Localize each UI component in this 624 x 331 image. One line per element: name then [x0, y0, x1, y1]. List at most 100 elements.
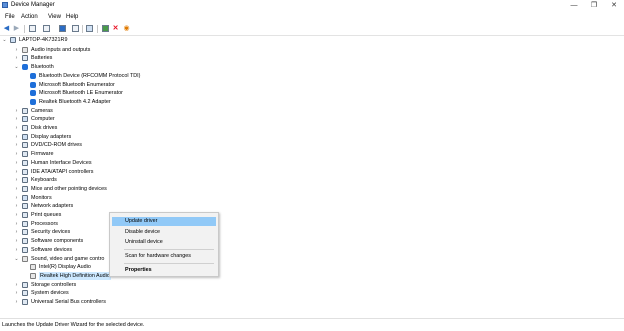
chevron-down-icon[interactable]: ⌄ [2, 36, 7, 44]
display-icon [22, 133, 28, 140]
menu-file[interactable]: File [5, 13, 15, 21]
camera-icon [22, 107, 28, 114]
toolbar-separator [97, 25, 98, 33]
audio-icon [30, 264, 36, 271]
chevron-right-icon[interactable]: › [14, 115, 19, 123]
properties-icon[interactable] [29, 25, 36, 32]
tree-node-label: Processors [31, 220, 58, 227]
tree-node-label: Mice and other pointing devices [31, 185, 107, 192]
chevron-right-icon[interactable]: › [14, 107, 19, 115]
chevron-right-icon[interactable]: › [14, 237, 19, 245]
chevron-right-icon[interactable]: › [14, 246, 19, 254]
chevron-right-icon[interactable]: › [14, 194, 19, 202]
chevron-right-icon[interactable]: › [14, 133, 19, 141]
uninstall-icon[interactable]: ✕ [112, 25, 119, 32]
chevron-right-icon[interactable]: › [14, 124, 19, 132]
tree-node-label: Computer [31, 116, 55, 123]
forward-arrow-icon[interactable]: ▶ [13, 25, 20, 32]
menu-view[interactable]: View [48, 13, 61, 21]
battery-icon [22, 55, 28, 62]
title-bar: Device Manager — ❐ ✕ [0, 0, 624, 11]
toolbar: ◀ ▶ ✕ ◉ [0, 22, 624, 36]
tree-node-label: Firmware [31, 151, 54, 158]
software-icon [22, 246, 28, 253]
tree-node-label: Security devices [31, 229, 71, 236]
tree-node-label: Audio inputs and outputs [31, 46, 91, 53]
list-icon[interactable] [72, 25, 79, 32]
close-button[interactable]: ✕ [604, 0, 624, 11]
context-disable-device[interactable]: Disable device [112, 228, 216, 237]
tree-node-label: Intel(R) Display Audio [39, 264, 91, 271]
scan-hardware-icon[interactable]: ◉ [123, 25, 130, 32]
tree-node-label: Bluetooth Device (RFCOMM Protocol TDI) [39, 72, 141, 79]
tree-node-label: System devices [31, 290, 69, 297]
processor-icon [22, 220, 28, 227]
bluetooth-icon [30, 81, 36, 88]
tree-node-label: Software components [31, 238, 84, 245]
menu-action[interactable]: Action [21, 13, 38, 21]
bluetooth-icon [30, 98, 36, 105]
toolbar-separator [24, 25, 25, 33]
device-tree: ⌄ LAPTOP-4K7321R9 › Audio inputs and outp… [0, 36, 624, 318]
tree-node-label: Bluetooth [31, 64, 54, 71]
context-properties[interactable]: Properties [112, 266, 216, 275]
context-scan-hardware[interactable]: Scan for hardware changes [112, 252, 216, 261]
chevron-right-icon[interactable]: › [14, 211, 19, 219]
tree-node-label: Network adapters [31, 203, 74, 210]
chevron-right-icon[interactable]: › [14, 228, 19, 236]
software-icon [22, 238, 28, 245]
printer-icon [22, 212, 28, 218]
tree-node-label: Storage controllers [31, 281, 77, 288]
chevron-right-icon[interactable]: › [14, 150, 19, 158]
tree-node-label: Microsoft Bluetooth LE Enumerator [39, 90, 123, 97]
chevron-right-icon[interactable]: › [14, 298, 19, 306]
tree-node-label: Print queues [31, 212, 62, 218]
status-text: Launches the Update Driver Wizard for th… [2, 322, 145, 328]
tree-node-label: Sound, video and game contro [31, 255, 105, 262]
bluetooth-icon [30, 72, 36, 79]
menu-help[interactable]: Help [66, 13, 78, 21]
chevron-right-icon[interactable]: › [14, 185, 19, 193]
chevron-right-icon[interactable]: › [14, 159, 19, 167]
chevron-right-icon[interactable]: › [14, 220, 19, 228]
chevron-right-icon[interactable]: › [14, 168, 19, 176]
tree-node-label: Keyboards [31, 177, 57, 184]
chevron-right-icon[interactable]: › [14, 176, 19, 184]
bluetooth-icon [30, 90, 36, 97]
chevron-down-icon[interactable]: ⌄ [14, 255, 19, 263]
chevron-right-icon[interactable]: › [14, 289, 19, 297]
tree-node-label: Universal Serial Bus controllers [31, 299, 106, 305]
monitor-icon[interactable] [86, 25, 93, 32]
chevron-right-icon[interactable]: › [14, 141, 19, 149]
back-arrow-icon[interactable]: ◀ [3, 25, 10, 32]
chevron-right-icon[interactable]: › [14, 46, 19, 54]
speaker-icon [22, 46, 28, 53]
chevron-right-icon[interactable]: › [14, 281, 19, 289]
tree-node-label: Disk drives [31, 125, 58, 131]
storage-icon [22, 281, 28, 288]
context-update-driver[interactable]: Update driver [112, 217, 216, 226]
hid-icon [22, 159, 28, 166]
minimize-button[interactable]: — [564, 0, 584, 11]
update-driver-icon[interactable] [102, 25, 109, 32]
computer-icon [10, 37, 16, 43]
security-icon [22, 229, 28, 236]
network-icon [22, 203, 28, 210]
chevron-right-icon[interactable]: › [14, 202, 19, 210]
computer-icon [22, 116, 28, 123]
disk-icon [22, 125, 28, 131]
toolbar-separator [82, 25, 83, 33]
mouse-icon [22, 185, 28, 192]
help-icon[interactable] [59, 25, 66, 32]
maximize-button[interactable]: ❐ [584, 0, 604, 11]
menu-bar: File Action View Help [0, 12, 624, 22]
ide-icon [22, 168, 28, 175]
chevron-right-icon[interactable]: › [14, 54, 19, 62]
chevron-down-icon[interactable]: ⌄ [14, 63, 19, 71]
monitor-icon [22, 194, 28, 201]
show-hidden-icon[interactable] [43, 25, 50, 32]
tree-node-label: Human Interface Devices [31, 159, 92, 166]
context-separator [124, 263, 214, 264]
tree-root-label: LAPTOP-4K7321R9 [19, 37, 68, 43]
context-uninstall-device[interactable]: Uninstall device [112, 238, 216, 247]
